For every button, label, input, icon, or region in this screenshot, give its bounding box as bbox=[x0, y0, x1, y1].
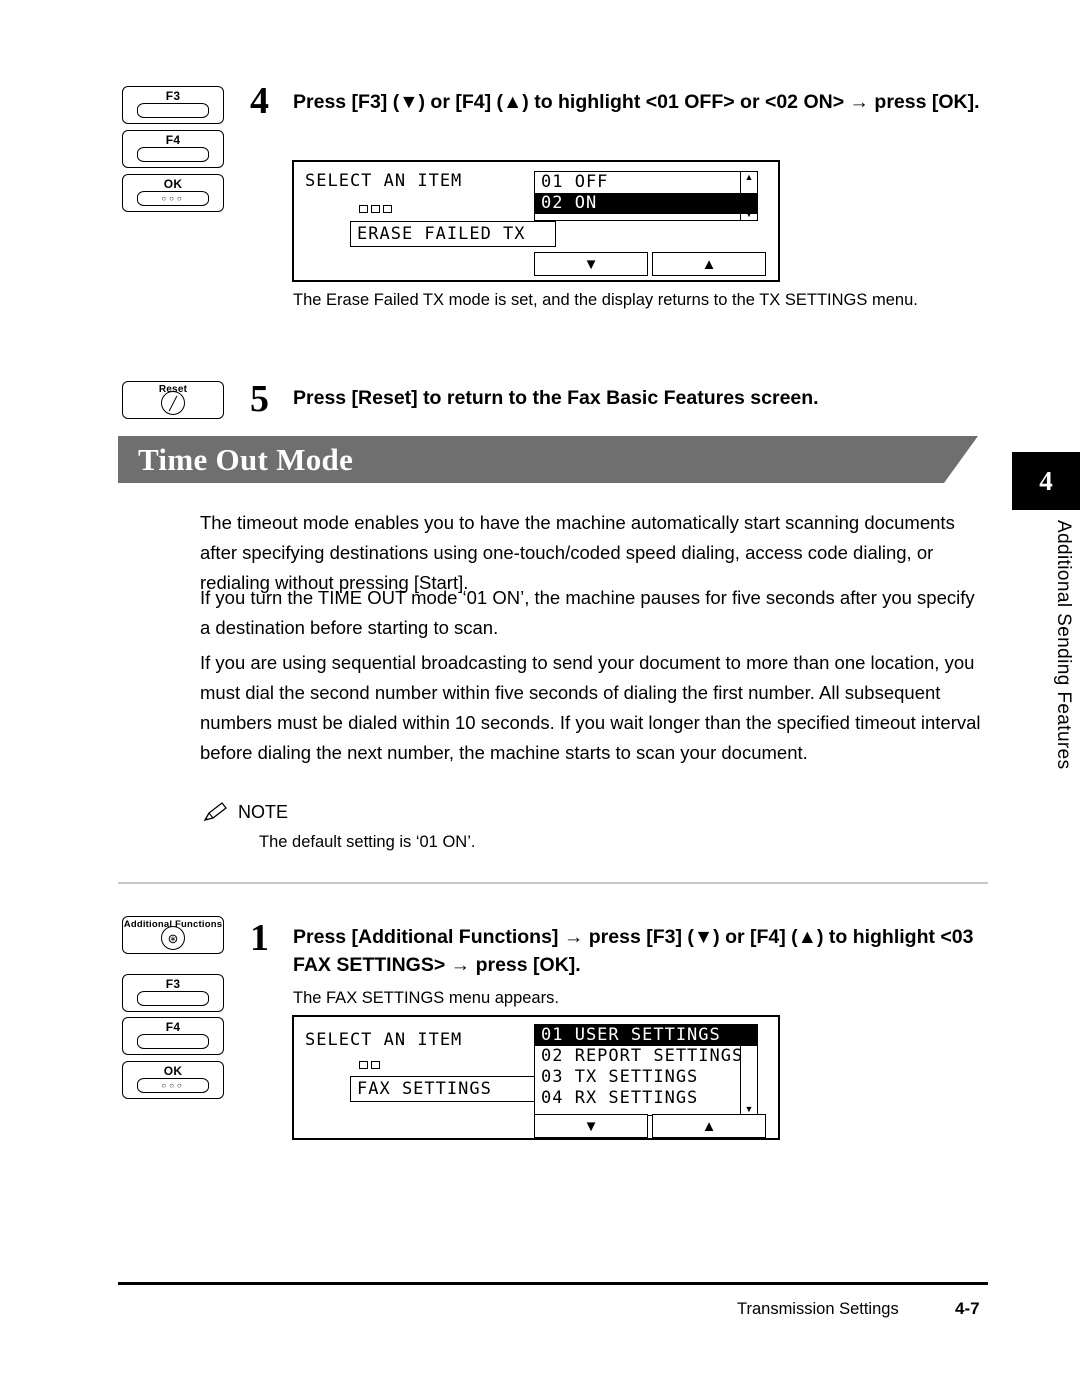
scroll-up-icon: ▲ bbox=[744, 172, 754, 182]
step-number-4: 4 bbox=[250, 80, 269, 122]
key-cap bbox=[137, 103, 209, 118]
softkey-up[interactable]: ▲ bbox=[652, 1114, 766, 1138]
lcd-panel-step4: SELECT AN ITEM ERASE FAILED TX 01 OFF 02… bbox=[292, 160, 780, 282]
key-f3[interactable]: F3 bbox=[122, 86, 224, 124]
lcd-dot-indicators bbox=[359, 1061, 380, 1069]
step-1-heading: Press [Additional Functions] → press [F3… bbox=[293, 926, 974, 976]
softkey-down[interactable]: ▼ bbox=[534, 252, 648, 276]
key-f3-label: F3 bbox=[165, 89, 181, 103]
scroll-down-icon: ▼ bbox=[744, 1104, 754, 1114]
lcd-scrollbar[interactable]: ▲ ▼ bbox=[740, 172, 757, 220]
list-item[interactable]: 01 OFF bbox=[535, 172, 757, 193]
scroll-down-icon: ▼ bbox=[744, 209, 754, 219]
key-f4-label: F4 bbox=[165, 1020, 181, 1034]
lcd-dot-indicators bbox=[359, 205, 392, 213]
key-ok[interactable]: OK ○○○ bbox=[122, 1061, 224, 1099]
footer-rule bbox=[118, 1282, 988, 1285]
list-item[interactable]: 02 ON bbox=[535, 193, 757, 214]
chapter-tab: 4 bbox=[1012, 452, 1080, 510]
key-ok-label: OK bbox=[163, 177, 183, 191]
key-f3-label: F3 bbox=[165, 977, 181, 991]
step-number-5: 5 bbox=[250, 378, 269, 420]
footer-page-number: 4-7 bbox=[955, 1299, 980, 1318]
step-number-1: 1 bbox=[250, 917, 269, 959]
scroll-up-icon: ▲ bbox=[744, 1025, 754, 1035]
section-banner: Time Out Mode bbox=[118, 436, 978, 483]
af-glyph: ⊛ bbox=[167, 930, 179, 946]
softkey-up[interactable]: ▲ bbox=[652, 252, 766, 276]
step-4-caption: The Erase Failed TX mode is set, and the… bbox=[293, 291, 918, 309]
step-1-caption: The FAX SETTINGS menu appears. bbox=[293, 989, 559, 1007]
reset-glyph: ╱ bbox=[169, 395, 177, 411]
key-dots-icon: ○○○ bbox=[161, 194, 185, 203]
lcd-item-list: 01 USER SETTINGS 02 REPORT SETTINGS 03 T… bbox=[534, 1024, 758, 1116]
divider bbox=[118, 882, 988, 884]
section-paragraph-3: If you are using sequential broadcasting… bbox=[200, 652, 981, 763]
step-4-heading: Press [F3] (▼) or [F4] (▲) to highlight … bbox=[293, 91, 980, 113]
list-item[interactable]: 03 TX SETTINGS bbox=[535, 1067, 757, 1088]
lcd-title: SELECT AN ITEM bbox=[305, 171, 463, 191]
key-f3[interactable]: F3 bbox=[122, 974, 224, 1012]
section-title: Time Out Mode bbox=[138, 441, 354, 477]
key-ok-label: OK bbox=[163, 1064, 183, 1078]
key-cap bbox=[137, 147, 209, 162]
key-cap bbox=[137, 991, 209, 1006]
key-f4[interactable]: F4 bbox=[122, 130, 224, 168]
list-item[interactable]: 02 REPORT SETTINGS bbox=[535, 1046, 757, 1067]
additional-functions-icon: ⊛ bbox=[161, 926, 185, 950]
lcd-panel-step1: SELECT AN ITEM FAX SETTINGS 01 USER SETT… bbox=[292, 1015, 780, 1140]
note-text: The default setting is ‘01 ON’. bbox=[259, 833, 476, 851]
note-label: NOTE bbox=[238, 802, 289, 822]
note-pencil-icon bbox=[203, 802, 227, 822]
key-additional-functions[interactable]: Additional Functions ⊛ bbox=[122, 916, 224, 954]
section-paragraph-2: If you turn the TIME OUT mode ‘01 ON’, t… bbox=[200, 587, 975, 638]
lcd-title: SELECT AN ITEM bbox=[305, 1030, 463, 1050]
softkey-down[interactable]: ▼ bbox=[534, 1114, 648, 1138]
manual-page: F3 F4 OK ○○○ 4 Press [F3] (▼) or [F4] (▲… bbox=[0, 0, 1080, 1388]
lcd-scrollbar[interactable]: ▲ ▼ bbox=[740, 1025, 757, 1115]
key-ok[interactable]: OK ○○○ bbox=[122, 174, 224, 212]
list-item[interactable]: 04 RX SETTINGS bbox=[535, 1088, 757, 1109]
lcd-current-item-box: ERASE FAILED TX bbox=[350, 221, 556, 247]
step-5-heading: Press [Reset] to return to the Fax Basic… bbox=[293, 387, 819, 409]
chapter-side-text: Additional Sending Features bbox=[1053, 520, 1074, 770]
list-item[interactable]: 01 USER SETTINGS bbox=[535, 1025, 757, 1046]
lcd-item-list: 01 OFF 02 ON ▲ ▼ bbox=[534, 171, 758, 221]
key-reset[interactable]: Reset ╱ bbox=[122, 381, 224, 419]
footer-section-label: Transmission Settings bbox=[737, 1300, 899, 1318]
key-f4[interactable]: F4 bbox=[122, 1017, 224, 1055]
reset-button-icon: ╱ bbox=[161, 391, 185, 415]
key-dots-icon: ○○○ bbox=[161, 1081, 185, 1090]
key-cap bbox=[137, 1034, 209, 1049]
key-f4-label: F4 bbox=[165, 133, 181, 147]
lcd-current-item-box: FAX SETTINGS bbox=[350, 1076, 536, 1102]
